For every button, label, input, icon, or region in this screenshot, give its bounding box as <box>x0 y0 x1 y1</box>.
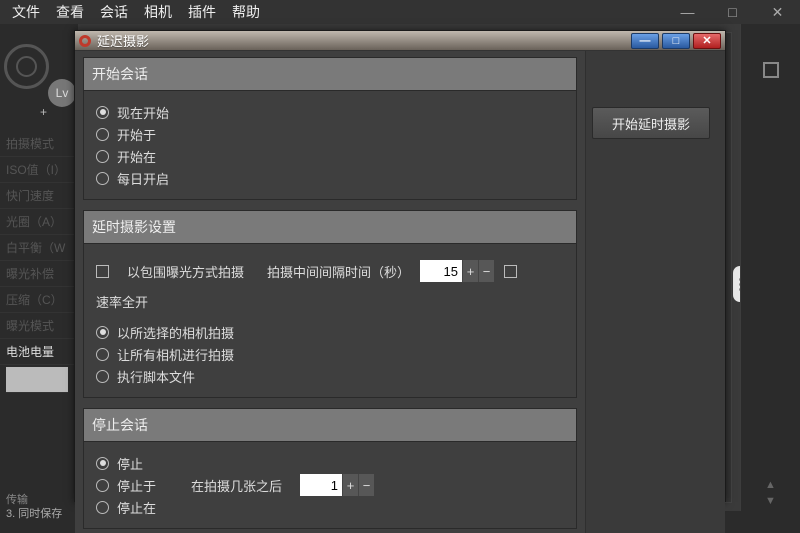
sidebar-item-battery[interactable]: 电池电量 <box>0 339 78 365</box>
radio-start-in-label: 开始在 <box>117 147 156 166</box>
window-minimize-button[interactable]: — <box>665 0 710 24</box>
sidebar-item-shoot-mode[interactable]: 拍摄模式 <box>0 131 78 157</box>
dialog-maximize-button[interactable]: □ <box>662 33 690 49</box>
radio-start-now[interactable] <box>96 106 109 119</box>
radio-selected-camera[interactable] <box>96 326 109 339</box>
dialog-app-icon <box>79 35 91 47</box>
start-timelapse-button[interactable]: 开始延时摄影 <box>592 107 710 139</box>
interval-increase-button[interactable]: + <box>462 260 478 282</box>
checkbox-fullrate-label: 速率全开 <box>96 292 148 311</box>
dialog-title: 延迟摄影 <box>97 31 149 50</box>
menu-help[interactable]: 帮助 <box>224 2 268 22</box>
stop-session-panel: 停止会话 停止 停止于 在拍摄几张之后 + <box>83 408 577 529</box>
stop-session-header: 停止会话 <box>84 409 576 442</box>
start-session-panel: 开始会话 现在开始 开始于 开始在 <box>83 57 577 200</box>
footer-save-mode: 3. 同时保存 <box>6 505 62 521</box>
radio-start-at[interactable] <box>96 128 109 141</box>
interval-spinner[interactable]: + − <box>420 260 494 282</box>
add-icon[interactable]: + <box>40 105 47 119</box>
menu-file[interactable]: 文件 <box>4 2 48 22</box>
menu-plugin[interactable]: 插件 <box>180 2 224 22</box>
sidebar-item-exp-mode[interactable]: 曝光模式 <box>0 313 78 339</box>
radio-stop-at-label: 停止于 <box>117 476 171 495</box>
radio-run-script-label: 执行脚本文件 <box>117 367 195 386</box>
after-shots-label: 在拍摄几张之后 <box>191 476 282 495</box>
aperture-icon <box>4 44 49 89</box>
radio-run-script[interactable] <box>96 370 109 383</box>
sidebar-item-compress[interactable]: 压缩（C） <box>0 287 78 313</box>
sidebar-item-wb[interactable]: 白平衡（W <box>0 235 78 261</box>
sidebar-item-iso[interactable]: ISO值（I） <box>0 157 78 183</box>
checkbox-bracketing[interactable] <box>96 265 109 278</box>
after-shots-spinner[interactable]: + − <box>300 474 374 496</box>
after-shots-increase-button[interactable]: + <box>342 474 358 496</box>
window-controls: — □ ✕ <box>665 0 800 24</box>
dialog-minimize-button[interactable]: — <box>631 33 659 49</box>
interval-input[interactable] <box>420 260 462 282</box>
radio-stop-at[interactable] <box>96 479 109 492</box>
radio-start-now-label: 现在开始 <box>117 103 169 122</box>
sidebar-settings-list: 拍摄模式 ISO值（I） 快门速度 光圈（A） 白平衡（W 曝光补偿 压缩（C）… <box>0 131 78 393</box>
chevron-up-icon[interactable]: ▲ <box>765 479 776 491</box>
right-sidebar: ▲ ▼ <box>740 24 800 511</box>
after-shots-input[interactable] <box>300 474 342 496</box>
dialog-titlebar[interactable]: 延迟摄影 — □ ✕ <box>75 31 725 51</box>
timelapse-settings-panel: 延时摄影设置 以包围曝光方式拍摄 拍摄中间间隔时间（秒） + − <box>83 210 577 398</box>
radio-all-cameras[interactable] <box>96 348 109 361</box>
radio-start-daily[interactable] <box>96 172 109 185</box>
window-maximize-button[interactable]: □ <box>710 0 755 24</box>
timelapse-settings-header: 延时摄影设置 <box>84 211 576 244</box>
window-close-button[interactable]: ✕ <box>755 0 800 24</box>
radio-start-at-label: 开始于 <box>117 125 156 144</box>
interval-decrease-button[interactable]: − <box>478 260 494 282</box>
menu-session[interactable]: 会话 <box>92 2 136 22</box>
timelapse-dialog: 延迟摄影 — □ ✕ 开始会话 现在开始 开始于 <box>74 30 726 502</box>
checkbox-bracketing-label: 以包围曝光方式拍摄 <box>127 262 257 281</box>
radio-selected-camera-label: 以所选择的相机拍摄 <box>117 323 234 342</box>
chevron-down-icon[interactable]: ▼ <box>765 495 776 507</box>
radio-stop[interactable] <box>96 457 109 470</box>
sidebar-item-aperture[interactable]: 光圈（A） <box>0 209 78 235</box>
live-view-button[interactable]: Lv <box>48 79 76 107</box>
menu-view[interactable]: 查看 <box>48 2 92 22</box>
sidebar-item-ev[interactable]: 曝光补偿 <box>0 261 78 287</box>
radio-all-cameras-label: 让所有相机进行拍摄 <box>117 345 234 364</box>
radio-stop-in-label: 停止在 <box>117 498 156 517</box>
dialog-close-button[interactable]: ✕ <box>693 33 721 49</box>
sidebar-item-shutter[interactable]: 快门速度 <box>0 183 78 209</box>
dialog-right-pane: 开始延时摄影 <box>585 51 725 533</box>
stop-icon[interactable] <box>763 62 779 78</box>
radio-start-in[interactable] <box>96 150 109 163</box>
battery-level-bar <box>6 367 68 393</box>
radio-stop-label: 停止 <box>117 454 143 473</box>
interval-label: 拍摄中间间隔时间（秒） <box>267 262 410 281</box>
checkbox-fullrate[interactable] <box>504 265 517 278</box>
radio-stop-in[interactable] <box>96 501 109 514</box>
after-shots-decrease-button[interactable]: − <box>358 474 374 496</box>
left-sidebar: Lv + 拍摄模式 ISO值（I） 快门速度 光圈（A） 白平衡（W 曝光补偿 … <box>0 24 78 533</box>
menu-camera[interactable]: 相机 <box>136 2 180 22</box>
start-session-header: 开始会话 <box>84 58 576 91</box>
radio-start-daily-label: 每日开启 <box>117 169 169 188</box>
